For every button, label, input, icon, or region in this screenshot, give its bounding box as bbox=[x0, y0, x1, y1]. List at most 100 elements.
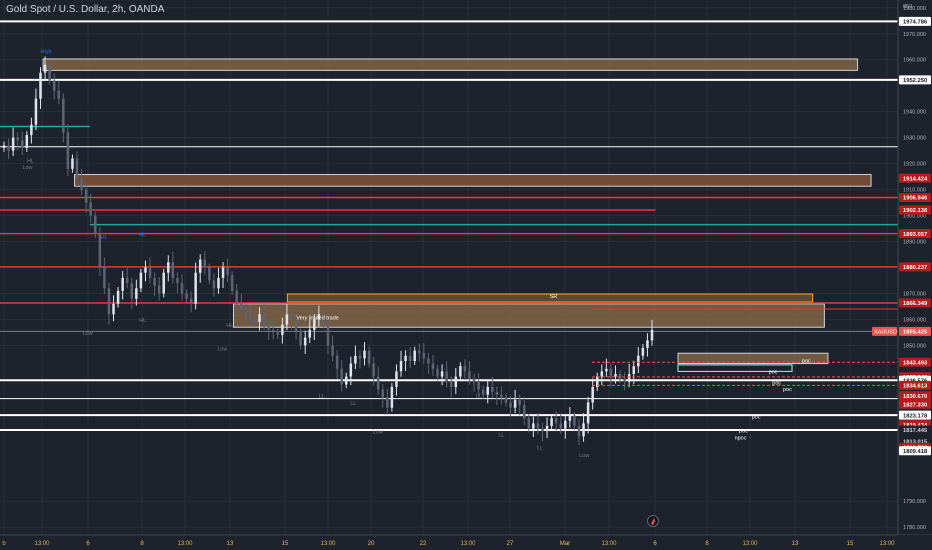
y-tick-label: 1790.000 bbox=[903, 499, 926, 505]
candle-body bbox=[331, 345, 334, 356]
candle-body bbox=[180, 283, 184, 294]
candle-body bbox=[75, 158, 79, 180]
candle-body bbox=[299, 332, 302, 346]
candle-body bbox=[541, 428, 544, 432]
candle-body bbox=[481, 389, 485, 395]
candle-body bbox=[125, 277, 129, 284]
chart-annotation: poc bbox=[752, 415, 761, 421]
candle-body bbox=[559, 423, 562, 429]
y-tick-label: 1850.000 bbox=[903, 343, 926, 349]
candle-body bbox=[240, 303, 243, 310]
candle-body bbox=[395, 371, 398, 387]
chart-annotation: npoc bbox=[735, 435, 747, 441]
candle-body bbox=[372, 363, 375, 377]
chart-annotation: HL bbox=[27, 158, 34, 164]
candle-body bbox=[513, 399, 517, 408]
candle-body bbox=[139, 272, 143, 289]
chart-annotation: poc bbox=[769, 369, 778, 375]
price-label: 1827.330 bbox=[903, 402, 927, 408]
candle-body bbox=[354, 355, 357, 364]
y-tick-label: 1940.000 bbox=[903, 110, 926, 116]
candle-body bbox=[376, 376, 380, 390]
candle-body bbox=[171, 262, 175, 278]
tradingview-logo-icon bbox=[647, 515, 659, 527]
candle-body bbox=[413, 350, 416, 361]
candle-body bbox=[440, 371, 444, 377]
candle-body bbox=[162, 272, 165, 294]
y-tick-label: 1890.000 bbox=[903, 240, 926, 246]
candle-body bbox=[486, 386, 489, 395]
candle-body bbox=[518, 399, 521, 406]
chart-annotation: LL bbox=[476, 393, 482, 399]
candle-body bbox=[208, 267, 211, 281]
candle-body bbox=[495, 392, 499, 395]
candle-body bbox=[121, 277, 124, 291]
candle-body bbox=[463, 366, 467, 372]
x-tick-label: 13:00 bbox=[879, 541, 895, 547]
candle-body bbox=[340, 368, 343, 385]
candle-body bbox=[600, 371, 604, 377]
symbol-tag: XAUUSD bbox=[874, 330, 897, 336]
candle-body bbox=[20, 140, 24, 149]
price-label: 1809.418 bbox=[903, 449, 928, 455]
candle-body bbox=[157, 285, 161, 294]
candle-body bbox=[577, 425, 581, 437]
price-label: 1914.424 bbox=[903, 176, 928, 182]
candle-body bbox=[436, 368, 439, 377]
candle-body bbox=[422, 353, 426, 359]
y-tick-label: 1780.000 bbox=[903, 525, 926, 531]
candle-body bbox=[198, 259, 202, 273]
candle-body bbox=[445, 371, 448, 382]
x-tick-label: 15 bbox=[282, 541, 289, 547]
candle-body bbox=[627, 373, 631, 382]
candle-body bbox=[235, 290, 238, 304]
candle-body bbox=[84, 189, 88, 203]
candle-body bbox=[112, 303, 115, 315]
candle-body bbox=[527, 418, 531, 429]
candle-body bbox=[217, 277, 220, 289]
candle-body bbox=[16, 137, 19, 141]
x-tick-label: 13:00 bbox=[34, 541, 50, 547]
candle-body bbox=[550, 418, 553, 426]
candle-body bbox=[367, 350, 371, 364]
x-tick-label: 13:00 bbox=[742, 541, 758, 547]
candle-body bbox=[176, 277, 179, 284]
price-label: 1823.178 bbox=[903, 413, 928, 419]
price-label: 1855.425 bbox=[903, 330, 928, 336]
chart-annotation: HL bbox=[139, 232, 146, 238]
candle-body bbox=[349, 363, 353, 377]
chart-annotation: Low bbox=[22, 165, 32, 171]
y-tick-label: 1860.000 bbox=[903, 317, 926, 323]
candle-body bbox=[66, 132, 70, 169]
chart-annotation: poc bbox=[772, 380, 781, 386]
candle-body bbox=[399, 360, 403, 372]
candle-body bbox=[276, 332, 280, 336]
candle-body bbox=[203, 259, 207, 268]
chart-annotation: LL bbox=[537, 445, 543, 451]
price-chart[interactable]: SRpocpocpocpocpocpocnpocVery limited tra… bbox=[0, 0, 932, 550]
candle-body bbox=[381, 389, 385, 398]
price-label: 1866.349 bbox=[903, 301, 928, 307]
chart-annotation: poc bbox=[802, 358, 811, 364]
candle-body bbox=[573, 415, 576, 426]
y-tick-label: 1930.000 bbox=[903, 136, 926, 142]
price-label: 1952.250 bbox=[903, 78, 927, 84]
candle-body bbox=[586, 402, 590, 424]
y-tick-label: 1920.000 bbox=[903, 162, 926, 168]
candle-body bbox=[472, 379, 476, 382]
chart-annotation: LL bbox=[498, 432, 504, 438]
axis-corner bbox=[898, 535, 932, 550]
y-tick-label: 1970.000 bbox=[903, 32, 926, 38]
candle-body bbox=[221, 267, 225, 278]
candle-body bbox=[303, 337, 307, 346]
candle-body bbox=[34, 98, 38, 125]
price-label: 1902.138 bbox=[903, 208, 928, 214]
candle-body bbox=[189, 298, 193, 304]
chart-annotation: HL bbox=[101, 235, 108, 241]
x-tick-label: 20 bbox=[368, 541, 375, 547]
candle-body bbox=[25, 135, 29, 149]
candle-body bbox=[57, 90, 61, 99]
candle-body bbox=[262, 314, 266, 325]
candle-body bbox=[7, 145, 10, 151]
price-label: 1834.613 bbox=[903, 384, 928, 390]
